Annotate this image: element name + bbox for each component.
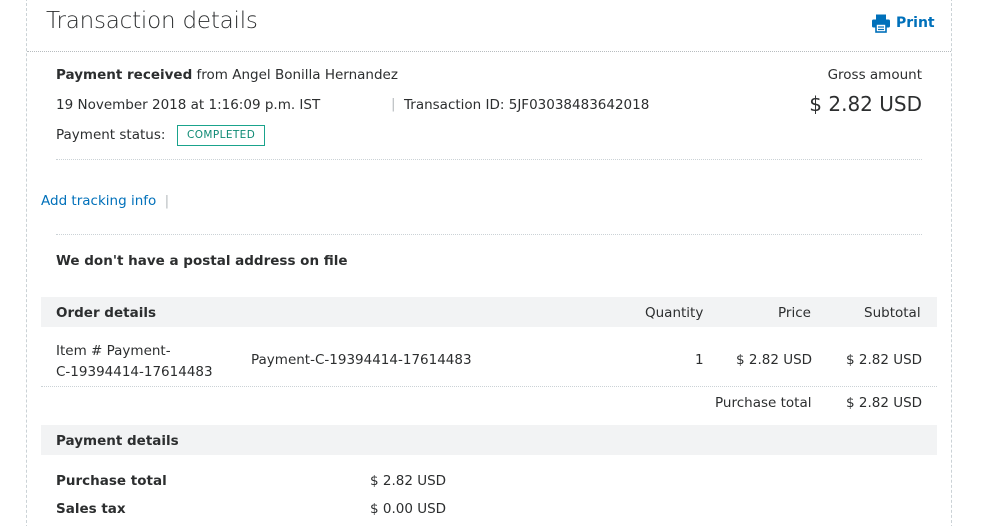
transaction-date: 19 November 2018 at 1:16:09 p.m. IST [56, 97, 321, 113]
order-purchase-total-label: Purchase total [715, 395, 812, 411]
item-price: $ 2.82 USD [736, 352, 813, 368]
payment-received-line: Payment received from Angel Bonilla Hern… [56, 67, 398, 83]
header-divider [27, 51, 951, 52]
payment-row-value: $ 0.00 USD [370, 501, 447, 517]
order-details-heading: Order details [56, 305, 156, 321]
no-address-message: We don't have a postal address on file [56, 253, 348, 269]
summary-divider [56, 159, 922, 160]
payment-row-label: Sales tax [56, 501, 126, 517]
payment-status-label: Payment status: [56, 127, 166, 143]
add-tracking-link[interactable]: Add tracking info [41, 193, 156, 209]
printer-icon [872, 14, 890, 33]
transaction-id: Transaction ID: 5JF03038483642018 [404, 97, 650, 113]
order-purchase-total-value: $ 2.82 USD [846, 395, 923, 411]
gross-amount-label: Gross amount [827, 67, 922, 83]
gross-amount-value: $ 2.82 USD [809, 92, 922, 116]
item-number-line-2: C-19394414-17614483 [56, 364, 213, 380]
quantity-header: Quantity [645, 305, 704, 321]
item-number-line-1: Item # Payment- [56, 343, 171, 359]
status-badge: COMPLETED [177, 125, 266, 146]
payment-received-label: Payment received [56, 67, 193, 83]
print-label: Print [896, 15, 935, 31]
payment-row-label: Purchase total [56, 473, 167, 489]
print-button[interactable]: Print [871, 13, 935, 33]
date-id-separator: | [391, 96, 396, 112]
payment-from-text: from Angel Bonilla Hernandez [192, 67, 398, 83]
payment-row-value: $ 2.82 USD [370, 473, 447, 489]
page-title: Transaction details [46, 8, 258, 34]
tracking-row: Add tracking info | [41, 193, 169, 209]
order-item-divider [41, 386, 937, 387]
item-quantity: 1 [695, 352, 704, 368]
item-name: Payment-C-19394414-17614483 [251, 352, 472, 368]
subtotal-header: Subtotal [864, 305, 921, 321]
payment-details-heading: Payment details [56, 433, 179, 449]
tracking-separator: | [164, 193, 170, 209]
item-number: Item # Payment- C-19394414-17614483 [56, 341, 213, 383]
tracking-divider [56, 234, 922, 235]
price-header: Price [778, 305, 811, 321]
item-subtotal: $ 2.82 USD [846, 352, 923, 368]
